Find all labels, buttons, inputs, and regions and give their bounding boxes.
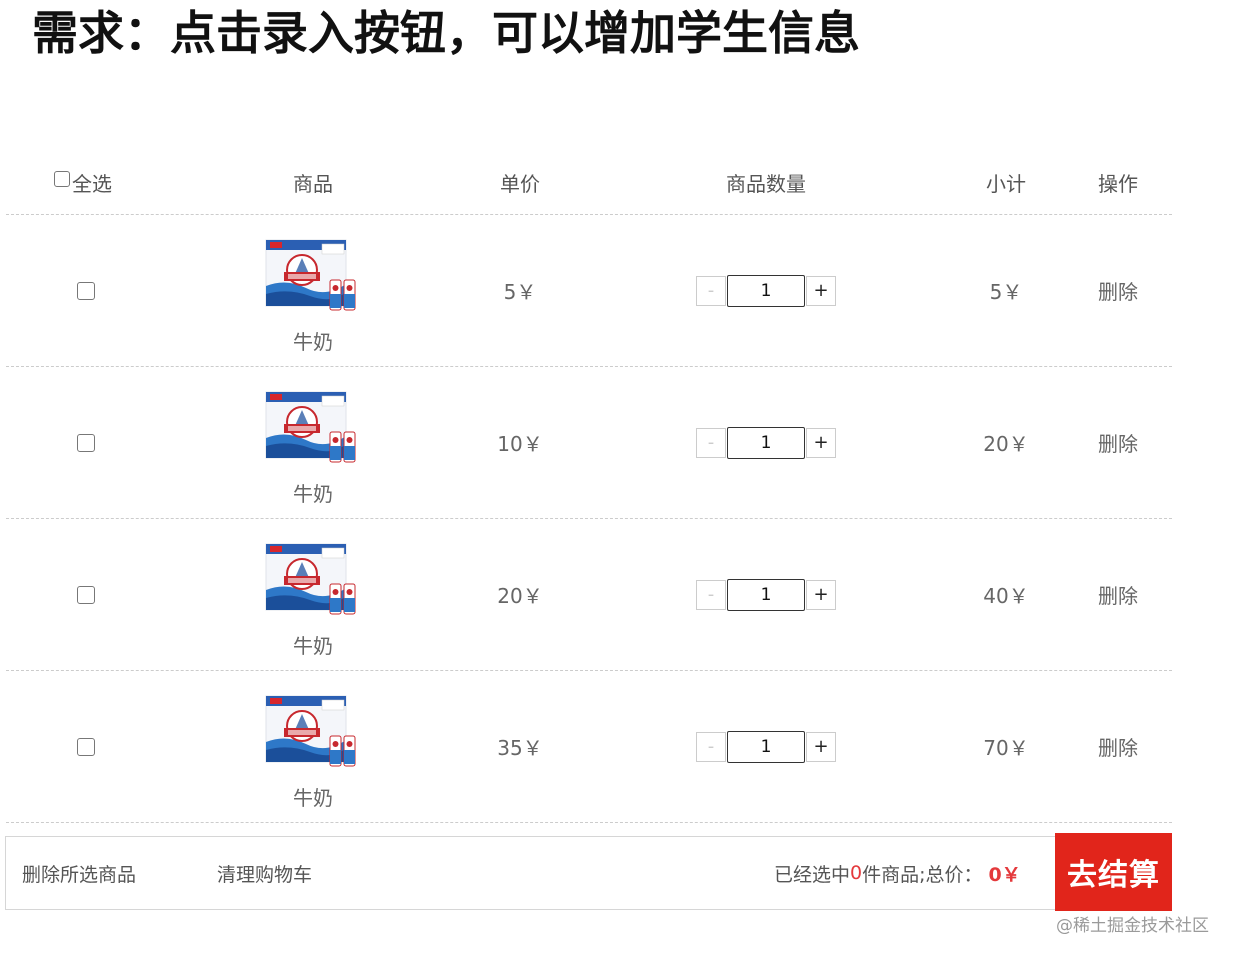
header-price: 单价: [500, 171, 540, 196]
quantity-stepper: - 1 +: [676, 671, 856, 822]
row-checkbox[interactable]: [77, 281, 95, 300]
goods-cell: 牛奶: [236, 367, 390, 518]
operation-cell: 删除: [1066, 671, 1170, 822]
selected-count: 0: [850, 862, 863, 884]
table-row: 牛奶 5￥ - 1 + 5￥ 删除: [6, 215, 1172, 367]
cart-footer: 删除所选商品 清理购物车 已经选中 0 件商品;总价： 0￥: [5, 836, 1171, 910]
unit-price: 5￥: [503, 280, 537, 304]
row-select[interactable]: [26, 215, 146, 366]
delete-link[interactable]: 删除: [1098, 732, 1138, 761]
quantity-input[interactable]: 1: [727, 578, 805, 611]
subtotal: 70￥: [983, 736, 1029, 760]
decrement-button[interactable]: -: [696, 275, 726, 306]
increment-button[interactable]: +: [806, 427, 836, 458]
goods-name: 牛奶: [293, 330, 333, 354]
operation-cell: 删除: [1066, 215, 1170, 366]
table-row: 牛奶 10￥ - 1 + 20￥ 删除: [6, 367, 1172, 519]
page-heading: 需求：点击录入按钮，可以增加学生信息: [32, 6, 860, 60]
row-select[interactable]: [26, 671, 146, 822]
select-all-label: 全选: [72, 171, 112, 196]
goods-name: 牛奶: [293, 634, 333, 658]
row-checkbox[interactable]: [77, 585, 95, 604]
delete-link[interactable]: 删除: [1098, 276, 1138, 305]
operation-cell: 删除: [1066, 519, 1170, 670]
header-operation: 操作: [1098, 171, 1138, 196]
unit-price: 35￥: [497, 736, 543, 760]
delete-link[interactable]: 删除: [1098, 428, 1138, 457]
cart-summary: 已经选中 0 件商品;总价： 0￥: [774, 837, 1021, 909]
operation-cell: 删除: [1066, 367, 1170, 518]
decrement-button[interactable]: -: [696, 731, 726, 762]
quantity-input[interactable]: 1: [727, 426, 805, 459]
table-row: 牛奶 35￥ - 1 + 70￥ 删除: [6, 671, 1172, 823]
selected-suffix: 件商品;总价：: [862, 863, 983, 886]
header-goods: 商品: [293, 171, 333, 196]
subtotal: 40￥: [983, 584, 1029, 608]
increment-button[interactable]: +: [806, 579, 836, 610]
goods-name: 牛奶: [293, 482, 333, 506]
table-row: 牛奶 20￥ - 1 + 40￥ 删除: [6, 519, 1172, 671]
header-subtotal: 小计: [986, 171, 1026, 196]
goods-cell: 牛奶: [236, 215, 390, 366]
quantity-stepper: - 1 +: [676, 519, 856, 670]
watermark: @稀土掘金技术社区: [1056, 916, 1209, 936]
unit-price: 10￥: [497, 432, 543, 456]
select-all-checkbox[interactable]: [54, 171, 70, 187]
delete-link[interactable]: 删除: [1098, 580, 1138, 609]
row-checkbox[interactable]: [77, 433, 95, 452]
goods-cell: 牛奶: [236, 519, 390, 670]
delete-selected-link[interactable]: 删除所选商品: [22, 837, 136, 909]
select-all[interactable]: 全选: [54, 150, 174, 214]
decrement-button[interactable]: -: [696, 427, 726, 458]
milk-box-image: [265, 391, 356, 463]
quantity-input[interactable]: 1: [727, 274, 805, 307]
subtotal: 5￥: [989, 280, 1023, 304]
clear-cart-link[interactable]: 清理购物车: [217, 837, 312, 909]
increment-button[interactable]: +: [806, 275, 836, 306]
checkout-button[interactable]: 去结算: [1055, 833, 1172, 911]
total-price: 0￥: [988, 863, 1021, 886]
cart-table: 全选 商品 单价 商品数量 小计 操作 牛奶 5￥ - 1 + 5￥ 删除 牛奶…: [6, 150, 1172, 823]
milk-box-image: [265, 695, 356, 767]
table-header-row: 全选 商品 单价 商品数量 小计 操作: [6, 150, 1172, 215]
decrement-button[interactable]: -: [696, 579, 726, 610]
goods-cell: 牛奶: [236, 671, 390, 822]
row-select[interactable]: [26, 519, 146, 670]
increment-button[interactable]: +: [806, 731, 836, 762]
subtotal: 20￥: [983, 432, 1029, 456]
quantity-input[interactable]: 1: [727, 730, 805, 763]
quantity-stepper: - 1 +: [676, 215, 856, 366]
goods-name: 牛奶: [293, 786, 333, 810]
row-checkbox[interactable]: [77, 737, 95, 756]
milk-box-image: [265, 239, 356, 311]
quantity-stepper: - 1 +: [676, 367, 856, 518]
row-select[interactable]: [26, 367, 146, 518]
header-quantity: 商品数量: [726, 171, 806, 196]
selected-prefix: 已经选中: [774, 863, 851, 886]
unit-price: 20￥: [497, 584, 543, 608]
milk-box-image: [265, 543, 356, 615]
